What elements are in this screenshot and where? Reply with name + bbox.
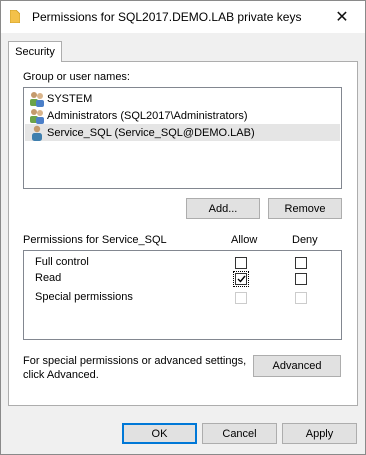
user-icon [32, 125, 42, 141]
permissions-dialog: Permissions for SQL2017.DEMO.LAB private… [0, 0, 366, 455]
list-item-label: SYSTEM [47, 92, 93, 105]
special-allow-checkbox [235, 292, 247, 304]
advanced-button[interactable]: Advanced [253, 355, 341, 377]
list-item-label: Service_SQL (Service_SQL@DEMO.LAB) [47, 126, 255, 139]
deny-column-header: Deny [292, 234, 318, 246]
permissions-header: Permissions for Service_SQL [23, 234, 167, 246]
remove-button[interactable]: Remove [268, 198, 342, 219]
close-icon: ✕ [335, 9, 349, 26]
key-folder-icon [10, 10, 20, 23]
list-item-service-sql[interactable]: Service_SQL (Service_SQL@DEMO.LAB) [25, 124, 340, 141]
close-button[interactable]: ✕ [319, 1, 365, 33]
title-bar[interactable]: Permissions for SQL2017.DEMO.LAB private… [1, 1, 365, 33]
cancel-button[interactable]: Cancel [202, 423, 277, 444]
advanced-hint-line2: click Advanced. [23, 369, 99, 381]
list-item-label: Administrators (SQL2017\Administrators) [47, 109, 248, 122]
ok-button[interactable]: OK [122, 423, 197, 444]
user-group-icon [30, 91, 44, 107]
group-user-list[interactable]: SYSTEM Administrators (SQL2017\Administr… [23, 87, 342, 189]
full-control-deny-checkbox[interactable] [295, 257, 307, 269]
list-item-system[interactable]: SYSTEM [25, 90, 340, 107]
permission-label-read: Read [35, 272, 62, 284]
list-item-administrators[interactable]: Administrators (SQL2017\Administrators) [25, 107, 340, 124]
special-deny-checkbox [295, 292, 307, 304]
read-allow-checkbox[interactable] [233, 271, 249, 287]
permission-label-full-control: Full control [35, 256, 89, 268]
full-control-allow-checkbox[interactable] [235, 257, 247, 269]
window-title: Permissions for SQL2017.DEMO.LAB private… [32, 10, 302, 24]
permission-label-special: Special permissions [35, 291, 133, 303]
apply-button[interactable]: Apply [282, 423, 357, 444]
read-deny-checkbox[interactable] [295, 273, 307, 285]
checkmark-icon [237, 275, 246, 283]
group-list-label: Group or user names: [23, 71, 130, 83]
allow-column-header: Allow [231, 234, 258, 246]
add-button[interactable]: Add... [186, 198, 260, 219]
tab-security[interactable]: Security [8, 41, 62, 62]
permissions-list: Full control Read Special permissions [23, 250, 342, 340]
advanced-hint-line1: For special permissions or advanced sett… [23, 355, 247, 367]
user-group-icon [30, 108, 44, 124]
